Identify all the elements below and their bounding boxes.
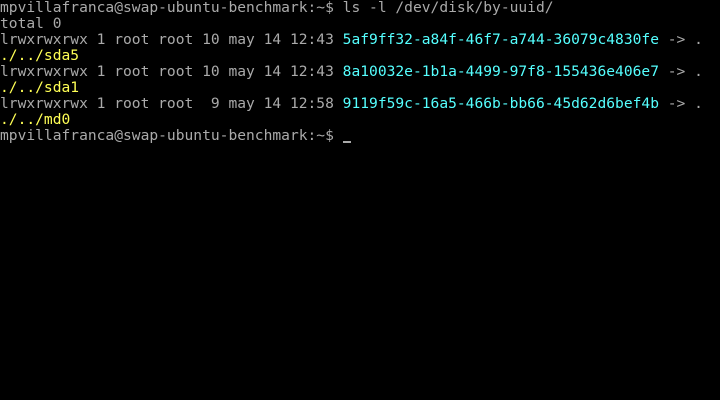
listing-entry: lrwxrwxrwx 1 root root 10 may 14 12:43 5…	[0, 32, 720, 48]
entry-meta: lrwxrwxrwx 1 root root 9 may 14 12:58	[0, 95, 343, 112]
shell-prompt: mpvillafranca@swap-ubuntu-benchmark:~$	[0, 127, 343, 144]
entry-arrow: -> .	[658, 31, 703, 48]
listing-entry: lrwxrwxrwx 1 root root 9 may 14 12:58 91…	[0, 96, 720, 112]
text-cursor	[342, 128, 352, 144]
cursor-underline	[342, 141, 351, 143]
entry-uuid: 9119f59c-16a5-466b-bb66-45d62d6bef4b	[342, 95, 659, 112]
entry-target-line: ./../sda5	[0, 48, 720, 64]
terminal-screen[interactable]: mpvillafranca@swap-ubuntu-benchmark:~$ l…	[0, 0, 720, 400]
entry-meta: lrwxrwxrwx 1 root root 10 may 14 12:43	[0, 31, 343, 48]
command-text: ls -l /dev/disk/by-uuid/	[342, 0, 554, 16]
total-line: total 0	[0, 15, 62, 32]
entry-target: ./../sda5	[0, 47, 80, 64]
entry-target: ./../sda1	[0, 79, 80, 96]
entry-target-line: ./../sda1	[0, 80, 720, 96]
input-line[interactable]: mpvillafranca@swap-ubuntu-benchmark:~$	[0, 128, 720, 144]
entry-target: ./../md0	[0, 111, 71, 128]
entry-arrow: -> .	[658, 95, 703, 112]
entry-meta: lrwxrwxrwx 1 root root 10 may 14 12:43	[0, 63, 343, 80]
entry-uuid: 8a10032e-1b1a-4499-97f8-155436e406e7	[342, 63, 659, 80]
shell-prompt: mpvillafranca@swap-ubuntu-benchmark:~$	[0, 0, 343, 16]
listing-entry: lrwxrwxrwx 1 root root 10 may 14 12:43 8…	[0, 64, 720, 80]
entry-uuid: 5af9ff32-a84f-46f7-a744-36079c4830fe	[342, 31, 659, 48]
entry-target-line: ./../md0	[0, 112, 720, 128]
command-line: mpvillafranca@swap-ubuntu-benchmark:~$ l…	[0, 0, 720, 16]
entry-arrow: -> .	[658, 63, 703, 80]
